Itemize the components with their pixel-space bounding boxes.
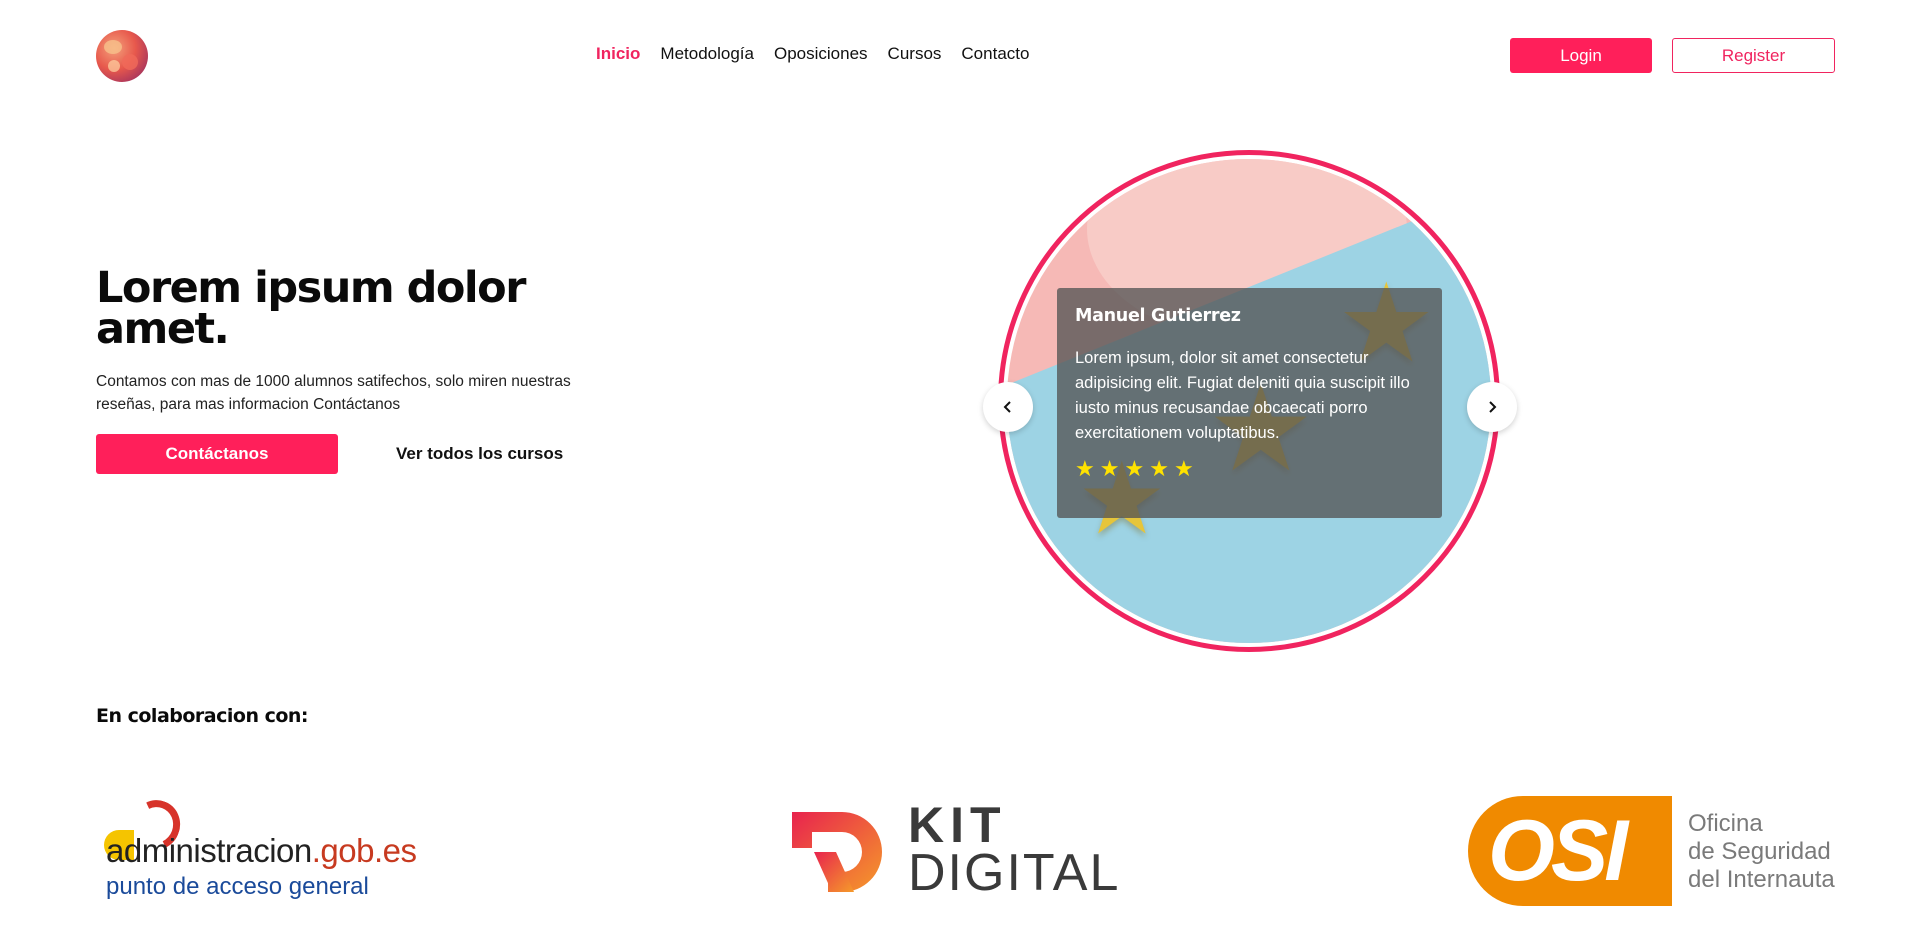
partner-logo-administracion[interactable]: administracion.gob.es punto de acceso ge… bbox=[100, 793, 440, 900]
star-icon: ★ bbox=[1124, 456, 1145, 481]
reviewer-name: Manuel Gutierrez bbox=[1075, 306, 1241, 326]
star-decoration-icon: ★ bbox=[1007, 519, 1059, 599]
partner-logo-osi[interactable]: OSI Oficina de Seguridad del Internauta bbox=[1468, 796, 1838, 908]
contact-button[interactable]: Contáctanos bbox=[96, 434, 338, 474]
review-text: Lorem ipsum, dolor sit amet consectetur … bbox=[1075, 349, 1410, 442]
kit-logo-text: KIT bbox=[908, 797, 1007, 853]
collaboration-title: En colaboracion con: bbox=[96, 705, 309, 727]
view-courses-link[interactable]: Ver todos los cursos bbox=[396, 444, 563, 464]
osi-line-3: del Internauta bbox=[1688, 866, 1835, 893]
main-nav: Inicio Metodología Oposiciones Cursos Co… bbox=[596, 44, 1029, 64]
register-button[interactable]: Register bbox=[1672, 38, 1835, 73]
osi-line-2: de Seguridad bbox=[1688, 838, 1831, 865]
chevron-right-icon bbox=[1489, 401, 1497, 413]
star-icon: ★ bbox=[1149, 456, 1169, 481]
nav-item-cursos[interactable]: Cursos bbox=[888, 44, 942, 64]
kit-logo-subtext: DIGITAL bbox=[908, 844, 1121, 902]
hero-description: Contamos con mas de 1000 alumnos satifec… bbox=[96, 373, 571, 413]
login-button[interactable]: Login bbox=[1510, 38, 1652, 73]
chevron-left-icon bbox=[1003, 401, 1011, 413]
star-icon: ★ bbox=[1075, 456, 1095, 481]
testimonial-card: Manuel Gutierrez Lorem ipsum, dolor sit … bbox=[1057, 288, 1442, 518]
osi-mark: OSI bbox=[1468, 796, 1672, 906]
admin-logo-text: administracion bbox=[106, 832, 312, 869]
site-header: Inicio Metodología Oposiciones Cursos Co… bbox=[0, 0, 1905, 112]
partner-logo-kit-digital[interactable]: KIT DIGITAL bbox=[790, 797, 1121, 902]
star-icon: ★ bbox=[1173, 456, 1194, 481]
osi-letters: OSI bbox=[1488, 803, 1628, 899]
star-icon: ★ bbox=[1099, 456, 1120, 481]
logo-avatar-icon[interactable] bbox=[96, 30, 148, 82]
osi-line-1: Oficina bbox=[1688, 810, 1763, 837]
kit-digital-mark-icon bbox=[792, 812, 882, 892]
carousel-next-button[interactable] bbox=[1467, 382, 1517, 432]
admin-logo-subtitle: punto de acceso general bbox=[106, 873, 369, 900]
rating-stars: ★ ★ ★ ★ ★ bbox=[1075, 458, 1424, 480]
nav-item-inicio[interactable]: Inicio bbox=[596, 44, 640, 64]
admin-logo-domain: .gob.es bbox=[311, 832, 417, 869]
nav-item-contacto[interactable]: Contacto bbox=[961, 44, 1029, 64]
hero-title: Lorem ipsum dolor amet. bbox=[96, 263, 526, 354]
nav-item-oposiciones[interactable]: Oposiciones bbox=[774, 44, 868, 64]
carousel-prev-button[interactable] bbox=[983, 382, 1033, 432]
nav-item-metodologia[interactable]: Metodología bbox=[660, 44, 754, 64]
